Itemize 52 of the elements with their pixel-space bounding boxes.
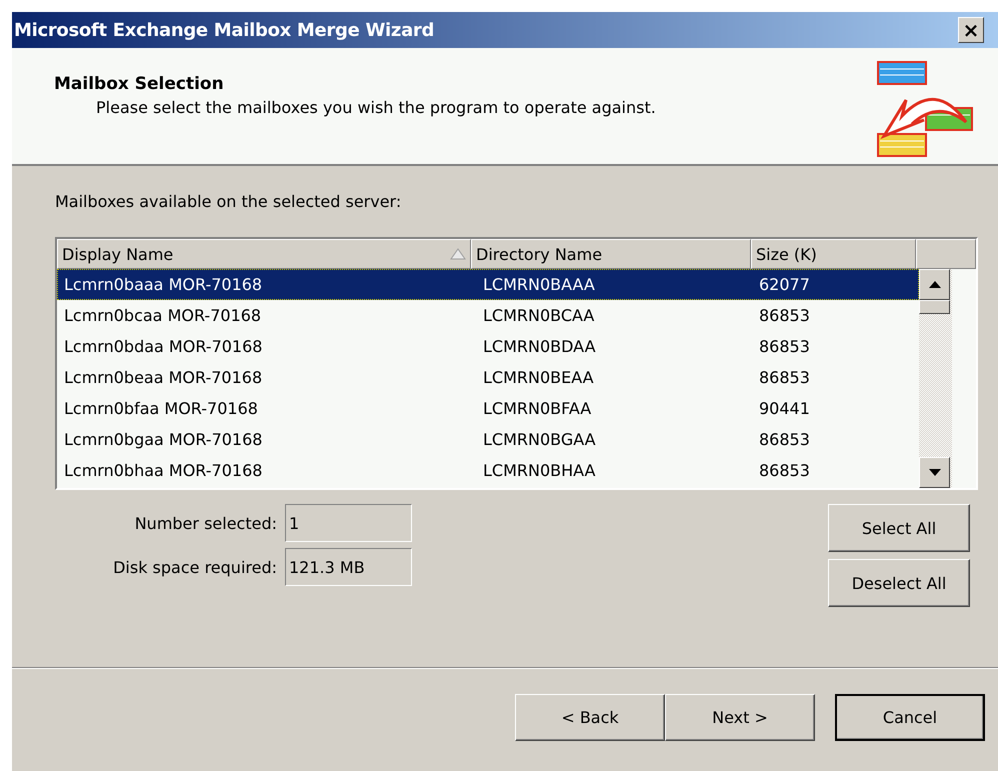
table-cell-text: 86853 — [758, 337, 811, 356]
table-cell-text: 86853 — [758, 461, 811, 480]
table-cell-text: Lcmrn0bfaa MOR-70168 — [63, 399, 259, 418]
mailbox-row[interactable]: Lcmrn0bgaa MOR-70168 LCMRN0BGAA 86853 — [57, 424, 919, 455]
table-cell-text: 86853 — [758, 306, 811, 325]
mailbox-row[interactable]: Lcmrn0bhaa MOR-70168 LCMRN0BHAA 86853 — [57, 455, 919, 486]
table-cell-text: 86853 — [758, 368, 811, 387]
close-button[interactable]: × — [958, 17, 984, 43]
page-subtitle: Please select the mailboxes you wish the program to operate against. — [95, 98, 656, 117]
down-arrow-icon — [928, 469, 940, 476]
up-arrow-icon — [928, 281, 940, 288]
table-cell-text: LCMRN0BHAA — [482, 461, 596, 480]
table-cell-text: Lcmrn0bcaa MOR-70168 — [63, 306, 262, 325]
table-cell-text: Lcmrn0bhaa MOR-70168 — [63, 461, 264, 480]
table-cell-text: Lcmrn0beaa MOR-70168 — [63, 368, 264, 387]
table-cell-text: LCMRN0BEAA — [482, 368, 595, 387]
wizard-button[interactable]: Next > — [665, 694, 815, 741]
mailbox-row[interactable]: Lcmrn0bcaa MOR-70168 LCMRN0BCAA 86853 — [57, 300, 919, 331]
mailbox-row[interactable]: Lcmrn0beaa MOR-70168 LCMRN0BEAA 86853 — [57, 362, 919, 393]
readonly-field[interactable]: 121.3 MB — [285, 548, 412, 586]
mailbox-row[interactable]: Lcmrn0bdaa MOR-70168 LCMRN0BDAA 86853 — [57, 331, 919, 362]
page-title: Mailbox Selection — [54, 74, 225, 94]
scroll-up-button[interactable] — [919, 269, 950, 300]
table-cell-text: LCMRN0BCAA — [482, 306, 596, 325]
field-label: Number selected: — [134, 514, 277, 532]
mailbox-merge-icon — [876, 60, 976, 160]
table-cell-text: Lcmrn0baaa MOR-70168 — [63, 275, 264, 294]
column-header[interactable]: Size (K) — [751, 239, 916, 269]
wizard-button[interactable]: < Back — [515, 694, 665, 741]
vertical-scrollbar[interactable] — [919, 269, 952, 488]
readonly-field[interactable]: 1 — [285, 504, 412, 542]
table-cell-text: LCMRN0BAAA — [482, 275, 596, 294]
wizard-button[interactable]: Cancel — [835, 694, 985, 741]
field-label: Disk space required: — [112, 558, 277, 576]
window-title: Microsoft Exchange Mailbox Merge Wizard — [14, 20, 434, 40]
table-cell-text: LCMRN0BGAA — [482, 430, 597, 449]
mailbox-row[interactable]: Lcmrn0baaa MOR-70168 LCMRN0BAAA 62077 — [57, 269, 919, 300]
table-cell-text: Lcmrn0bgaa MOR-70168 — [63, 430, 264, 449]
scrollbar-thumb[interactable] — [919, 300, 950, 314]
mailbox-row[interactable]: Lcmrn0bfaa MOR-70168 LCMRN0BFAA 90441 — [57, 393, 919, 424]
scroll-down-button[interactable] — [919, 457, 950, 488]
table-cell-text: 86853 — [758, 430, 811, 449]
table-cell-text: LCMRN0BDAA — [482, 337, 597, 356]
select-button[interactable]: Deselect All — [828, 559, 970, 607]
table-cell-text: Lcmrn0bdaa MOR-70168 — [63, 337, 264, 356]
select-button[interactable]: Select All — [828, 504, 970, 552]
table-cell-text: LCMRN0BFAA — [482, 399, 592, 418]
table-cell-text: 62077 — [758, 275, 811, 294]
column-header[interactable]: Directory Name — [471, 239, 751, 269]
table-cell-text: 90441 — [758, 399, 811, 418]
list-label: Mailboxes available on the selected server: — [55, 192, 402, 211]
column-header[interactable]: Display Name — [57, 239, 471, 269]
